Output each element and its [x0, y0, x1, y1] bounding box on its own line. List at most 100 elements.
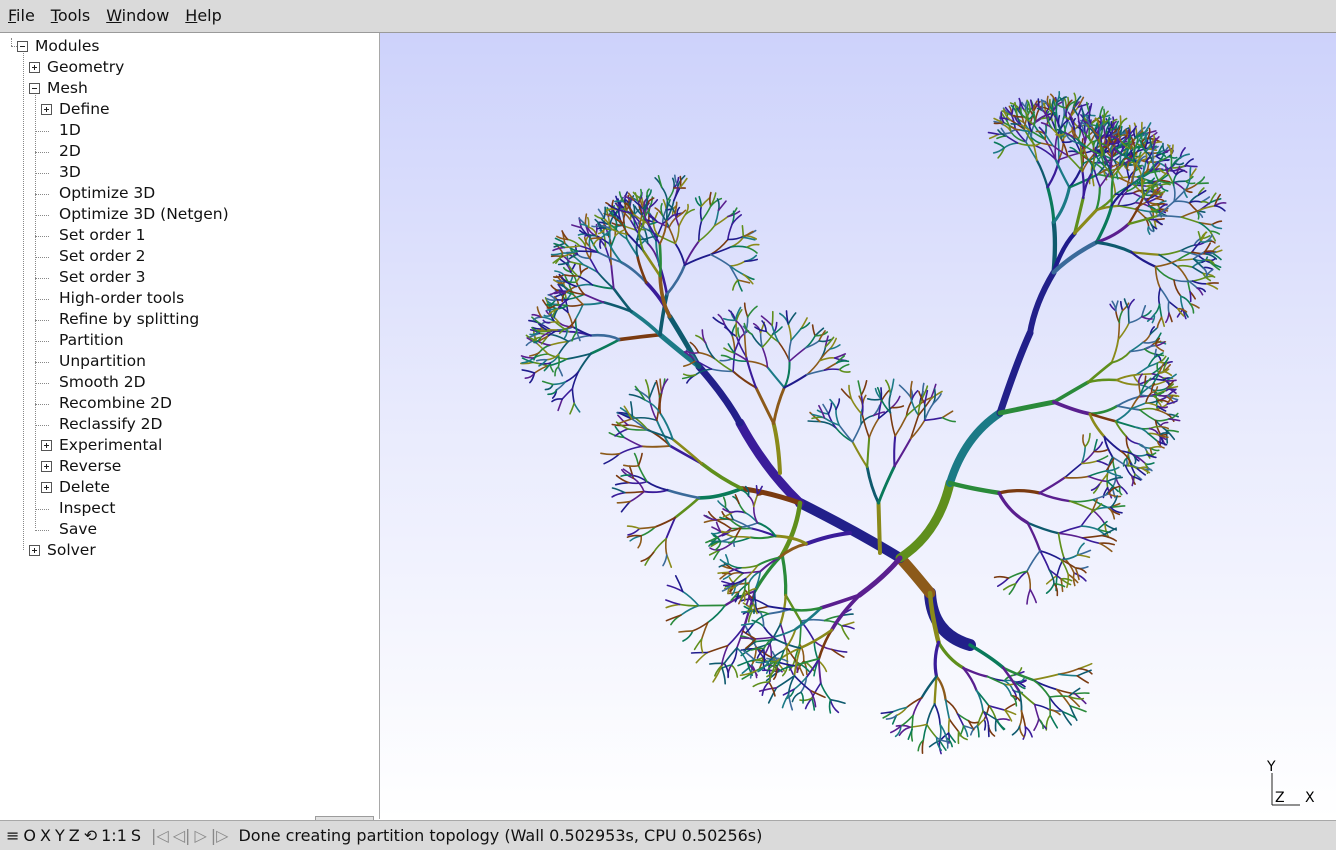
- vessel-branch: [1118, 170, 1122, 177]
- tree-item-set-order-3[interactable]: Set order 3: [41, 267, 146, 288]
- vessel-branch: [935, 642, 938, 676]
- scale-button[interactable]: 1:1: [99, 826, 129, 845]
- vessel-branch: [1118, 323, 1119, 340]
- vessel-branch: [900, 558, 930, 593]
- vessel-branch: [1027, 590, 1030, 604]
- vessel-branch: [791, 329, 801, 341]
- vessel-branch: [751, 536, 776, 538]
- vessel-branch: [867, 438, 869, 467]
- tree-item-reverse[interactable]: Reverse: [41, 456, 121, 477]
- vessel-branch: [1040, 478, 1065, 493]
- vessel-branch: [1162, 317, 1165, 326]
- vessel-branch: [1088, 471, 1106, 477]
- vessel-branch: [681, 606, 699, 615]
- next-step-icon[interactable]: |▷: [209, 826, 231, 845]
- vessel-branch: [1050, 715, 1057, 728]
- vessel-branch: [984, 720, 985, 730]
- vessel-branch: [720, 359, 732, 361]
- expand-icon[interactable]: [41, 461, 52, 472]
- expand-icon[interactable]: [41, 482, 52, 493]
- tree-item-experimental[interactable]: Experimental: [41, 435, 162, 456]
- vessel-branch: [1075, 693, 1089, 694]
- tree-item-3d[interactable]: 3D: [41, 162, 81, 183]
- vessel-branch: [1050, 697, 1051, 715]
- tree-item-unpartition[interactable]: Unpartition: [41, 351, 146, 372]
- vessel-branch: [1027, 571, 1030, 589]
- collapse-icon[interactable]: [17, 41, 28, 52]
- vessel-branch: [578, 276, 593, 285]
- vessel-branch: [572, 389, 574, 404]
- expand-icon[interactable]: [41, 440, 52, 451]
- prev-step-icon[interactable]: ◁|: [171, 826, 193, 845]
- tree-item-reclassify-2d[interactable]: Reclassify 2D: [41, 414, 162, 435]
- menu-window[interactable]: Window: [98, 0, 177, 32]
- vessel-branch: [1059, 669, 1079, 675]
- collapse-icon[interactable]: [29, 83, 40, 94]
- expand-icon[interactable]: [29, 62, 40, 73]
- select-button[interactable]: S: [129, 826, 143, 845]
- expand-icon[interactable]: [41, 104, 52, 115]
- tree-item-label: Partition: [59, 331, 124, 349]
- vessel-branch: [784, 361, 789, 387]
- menu-tools[interactable]: Tools: [43, 0, 98, 32]
- view-y-button[interactable]: Y: [53, 826, 67, 845]
- vessel-branch: [581, 268, 587, 273]
- vessel-branch: [1079, 664, 1092, 669]
- expand-icon[interactable]: [29, 545, 40, 556]
- graphics-viewport[interactable]: Y Z X: [380, 33, 1336, 819]
- menu-file-mnemonic: F: [8, 6, 16, 25]
- vessel-branch: [666, 604, 679, 607]
- vessel-branch: [1156, 267, 1175, 280]
- tree-item-delete[interactable]: Delete: [41, 477, 110, 498]
- tree-connector: [35, 215, 49, 216]
- vessel-branch: [1059, 116, 1060, 126]
- tree-geometry[interactable]: Geometry: [29, 57, 124, 78]
- menu-toggle-icon[interactable]: ≡: [4, 826, 21, 845]
- vessel-branch: [1104, 125, 1106, 138]
- view-z-button[interactable]: Z: [67, 826, 82, 845]
- tree-item-refine-by-splitting[interactable]: Refine by splitting: [41, 309, 199, 330]
- vessel-branch: [1139, 444, 1147, 451]
- tree-item-recombine-2d[interactable]: Recombine 2D: [41, 393, 172, 414]
- vessel-branch: [895, 439, 911, 467]
- tree-solver[interactable]: Solver: [29, 540, 96, 561]
- vessel-branch: [1156, 410, 1168, 415]
- tree-item-1d[interactable]: 1D: [41, 120, 81, 141]
- menu-help[interactable]: Help: [177, 0, 229, 32]
- tree-item-inspect[interactable]: Inspect: [41, 498, 115, 519]
- tree-item-2d[interactable]: 2D: [41, 141, 81, 162]
- vessel-branch: [1070, 501, 1093, 510]
- tree-item-set-order-2[interactable]: Set order 2: [41, 246, 146, 267]
- view-origin-button[interactable]: O: [21, 826, 38, 845]
- tree-modules[interactable]: Modules: [17, 36, 99, 57]
- vessel-branch: [1059, 674, 1078, 676]
- vessel-branch: [842, 626, 849, 639]
- vessel-branch: [1181, 154, 1190, 158]
- rotate-icon[interactable]: ⟲: [82, 826, 99, 845]
- vessel-branch: [725, 327, 733, 335]
- vessel-branch: [1190, 292, 1191, 302]
- vessel-branch: [1033, 680, 1050, 697]
- play-icon[interactable]: ▷: [192, 826, 208, 845]
- vessel-branch: [522, 370, 534, 373]
- tree-item-optimize-3d-netgen[interactable]: Optimize 3D (Netgen): [41, 204, 229, 225]
- view-x-button[interactable]: X: [38, 826, 53, 845]
- vessel-branch: [701, 198, 709, 206]
- vessel-branch: [1153, 379, 1164, 380]
- first-step-icon[interactable]: |◁: [149, 826, 171, 845]
- vessel-branch: [1059, 533, 1083, 538]
- vessel-branch: [699, 226, 715, 242]
- tree-item-high-order-tools[interactable]: High-order tools: [41, 288, 184, 309]
- tree-mesh[interactable]: Mesh: [29, 78, 88, 99]
- vessel-branch: [702, 330, 705, 343]
- tree-item-smooth-2d[interactable]: Smooth 2D: [41, 372, 146, 393]
- vessel-branch: [722, 581, 732, 584]
- vessel-branch: [1120, 486, 1127, 494]
- tree-item-optimize-3d[interactable]: Optimize 3D: [41, 183, 155, 204]
- tree-item-save[interactable]: Save: [41, 519, 97, 540]
- tree-item-partition[interactable]: Partition: [41, 330, 124, 351]
- tree-item-set-order-1[interactable]: Set order 1: [41, 225, 146, 246]
- vessel-branch: [599, 209, 605, 218]
- menu-file[interactable]: File: [0, 0, 43, 32]
- tree-item-define[interactable]: Define: [41, 99, 110, 120]
